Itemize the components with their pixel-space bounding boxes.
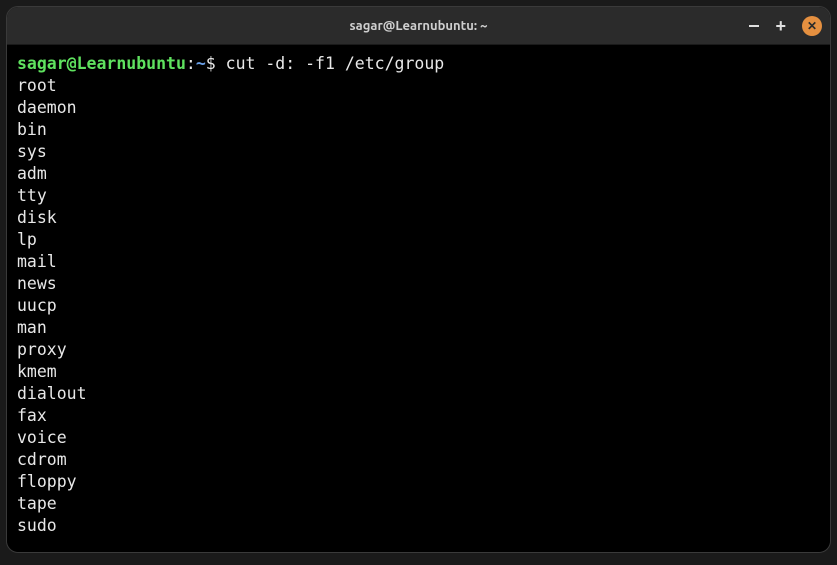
output-line: mail: [17, 251, 820, 273]
prompt-path: ~: [196, 54, 206, 73]
output-line: sys: [17, 141, 820, 163]
titlebar: sagar@Learnubuntu: ~ + ✕: [7, 7, 830, 45]
maximize-icon: +: [775, 17, 786, 35]
minimize-icon: [749, 25, 759, 27]
command-text: cut -d: -f1 /etc/group: [226, 54, 445, 73]
output-line: kmem: [17, 361, 820, 383]
close-icon: ✕: [807, 20, 817, 32]
output-line: disk: [17, 207, 820, 229]
output-line: news: [17, 273, 820, 295]
output-line: floppy: [17, 471, 820, 493]
minimize-button[interactable]: [749, 25, 759, 27]
prompt-user-host: sagar@Learnubuntu: [17, 54, 186, 73]
output-line: lp: [17, 229, 820, 251]
output-line: voice: [17, 427, 820, 449]
output-line: tty: [17, 185, 820, 207]
output-line: uucp: [17, 295, 820, 317]
output-line: proxy: [17, 339, 820, 361]
output-line: sudo: [17, 515, 820, 537]
output-line: root: [17, 75, 820, 97]
prompt-dollar: $: [206, 54, 226, 73]
maximize-button[interactable]: +: [775, 17, 786, 35]
output-line: fax: [17, 405, 820, 427]
prompt-line: sagar@Learnubuntu:~$ cut -d: -f1 /etc/gr…: [17, 53, 820, 75]
prompt-colon: :: [186, 54, 196, 73]
terminal-body[interactable]: sagar@Learnubuntu:~$ cut -d: -f1 /etc/gr…: [7, 45, 830, 552]
terminal-window: sagar@Learnubuntu: ~ + ✕ sagar@Learnubun…: [6, 6, 831, 553]
close-button[interactable]: ✕: [802, 16, 822, 36]
output-line: dialout: [17, 383, 820, 405]
output-block: rootdaemonbinsysadmttydisklpmailnewsuucp…: [17, 75, 820, 537]
output-line: adm: [17, 163, 820, 185]
window-controls: + ✕: [749, 16, 822, 36]
output-line: cdrom: [17, 449, 820, 471]
window-title: sagar@Learnubuntu: ~: [350, 19, 488, 33]
output-line: bin: [17, 119, 820, 141]
output-line: man: [17, 317, 820, 339]
output-line: daemon: [17, 97, 820, 119]
output-line: tape: [17, 493, 820, 515]
